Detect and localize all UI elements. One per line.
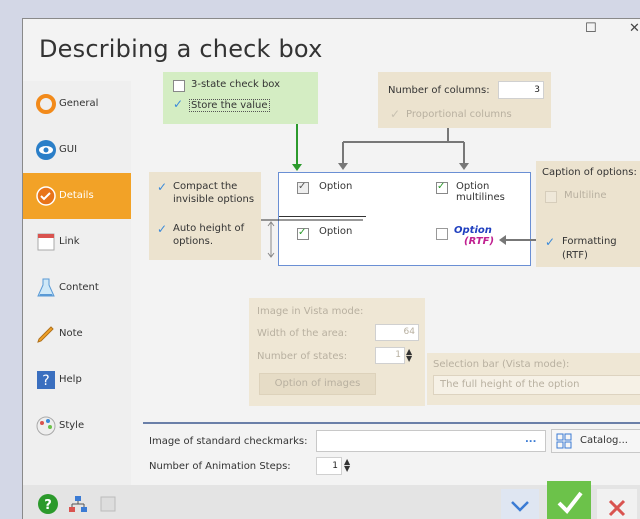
document-icon[interactable] <box>97 493 119 515</box>
selbar-title: Selection bar (Vista mode): <box>433 359 570 370</box>
selbar-select: The full height of the option <box>433 375 640 395</box>
bottom-toolbar: ? <box>23 481 640 519</box>
link-icon <box>37 233 55 251</box>
sidebar-item-label: Content <box>59 282 99 293</box>
preview-check-3: ✓ <box>298 227 307 238</box>
preview-option-3: Option <box>319 226 353 237</box>
svg-text:?: ? <box>42 373 49 389</box>
sidebar-item-content[interactable]: Content <box>23 265 131 311</box>
width-input: 64 <box>375 324 419 341</box>
grid-icon <box>556 433 572 449</box>
columns-panel: Number of columns: 3 ✓ Proportional colu… <box>378 72 551 128</box>
section-divider <box>143 422 640 424</box>
details-icon <box>36 186 56 206</box>
three-state-checkbox[interactable] <box>173 80 185 92</box>
num-columns-label: Number of columns: <box>388 85 490 96</box>
preview-divider <box>279 216 366 217</box>
preview-option-multiline: Option multilines <box>456 181 505 203</box>
compact-panel: ✓ Compact the invisible options ✓ Auto he… <box>149 172 261 260</box>
general-icon <box>36 94 56 114</box>
width-label: Width of the area: <box>257 328 348 339</box>
options-preview: ✓ Option ✓ Option multilines ✓ Option Opt… <box>278 172 531 266</box>
preview-option-rtf: Option (RTF) <box>454 225 495 247</box>
browse-button[interactable]: ... <box>525 434 536 445</box>
states-input: 1 <box>375 347 405 364</box>
dialog-window: Describing a check box ☐ ✕ General GUI D… <box>22 18 640 519</box>
states-label: Number of states: <box>257 351 348 362</box>
sidebar: General GUI Details Link Content Note ? … <box>23 81 131 519</box>
sidebar-item-label: Link <box>59 236 80 247</box>
chevron-down-icon <box>511 501 529 512</box>
checkbox-state-panel: 3-state check box ✓ Store the value <box>163 72 318 124</box>
help-icon: ? <box>37 371 55 389</box>
flask-icon <box>37 278 55 297</box>
sidebar-item-gui[interactable]: GUI <box>23 127 131 173</box>
preview-check-1: ✓ <box>298 181 307 192</box>
cancel-button[interactable] <box>597 489 637 519</box>
compact-label: Compact the invisible options <box>173 181 255 205</box>
sidebar-item-label: GUI <box>59 144 78 155</box>
three-state-label: 3-state check box <box>191 79 281 90</box>
catalog-button[interactable]: Catalog... <box>551 429 640 453</box>
anim-input[interactable]: 1 <box>316 457 342 475</box>
autoheight-label: Auto height of options. <box>173 223 245 247</box>
caption-panel: Caption of options: Multiline ✓ Formatti… <box>536 161 640 267</box>
states-spinner: ▲ ▼ <box>406 347 413 363</box>
cross-icon <box>608 499 626 517</box>
sidebar-item-style[interactable]: Style <box>23 403 131 449</box>
sidebar-item-label: Help <box>59 374 82 385</box>
sidebar-item-label: Details <box>59 190 94 201</box>
help-circle-icon[interactable]: ? <box>37 493 59 515</box>
vista-title: Image in Vista mode: <box>257 306 364 317</box>
preview-checkbox-4[interactable] <box>436 228 448 240</box>
sidebar-item-help[interactable]: ? Help <box>23 357 131 403</box>
checkmark-icon <box>557 491 583 515</box>
catalog-label: Catalog... <box>580 435 628 446</box>
store-value-label: Store the value <box>189 99 270 112</box>
formatting-check[interactable]: ✓ <box>545 236 555 248</box>
proportional-check: ✓ <box>390 107 401 121</box>
num-columns-input[interactable]: 3 <box>498 81 544 99</box>
sidebar-item-details[interactable]: Details <box>23 173 131 219</box>
selection-bar-panel: Selection bar (Vista mode): The full hei… <box>427 353 640 405</box>
sidebar-item-link[interactable]: Link <box>23 219 131 265</box>
sidebar-item-label: Style <box>59 420 85 431</box>
preview-option-1: Option <box>319 181 353 192</box>
formatting-label: Formatting (RTF) <box>562 236 617 261</box>
autoheight-check[interactable]: ✓ <box>157 223 167 235</box>
option-images-button: Option of images <box>259 373 376 395</box>
close-button[interactable]: ✕ <box>629 21 640 36</box>
anim-spinner[interactable]: ▲ ▼ <box>344 458 350 473</box>
vista-image-panel: Image in Vista mode: Width of the area: … <box>249 298 425 406</box>
sidebar-item-label: Note <box>59 328 83 339</box>
proportional-label: Proportional columns <box>406 109 512 120</box>
eye-icon <box>36 140 56 160</box>
multiline-checkbox <box>545 191 557 203</box>
std-image-input[interactable] <box>316 430 546 452</box>
ok-button[interactable] <box>547 481 591 519</box>
anim-label: Number of Animation Steps: <box>149 461 291 472</box>
palette-icon <box>36 416 56 436</box>
caption-title: Caption of options: <box>542 167 637 178</box>
maximize-button[interactable]: ☐ <box>585 21 597 36</box>
dialog-title: Describing a check box <box>39 35 323 63</box>
dropdown-button[interactable] <box>501 489 539 519</box>
std-image-label: Image of standard checkmarks: <box>149 436 308 447</box>
sidebar-item-label: General <box>59 98 99 109</box>
sidebar-item-note[interactable]: Note <box>23 311 131 357</box>
compact-check[interactable]: ✓ <box>157 181 167 193</box>
store-value-check[interactable]: ✓ <box>173 98 183 110</box>
multiline-label: Multiline <box>564 190 607 201</box>
sidebar-item-general[interactable]: General <box>23 81 131 127</box>
pencil-icon <box>37 326 54 343</box>
tree-icon[interactable] <box>67 493 89 515</box>
preview-check-2: ✓ <box>437 181 446 192</box>
